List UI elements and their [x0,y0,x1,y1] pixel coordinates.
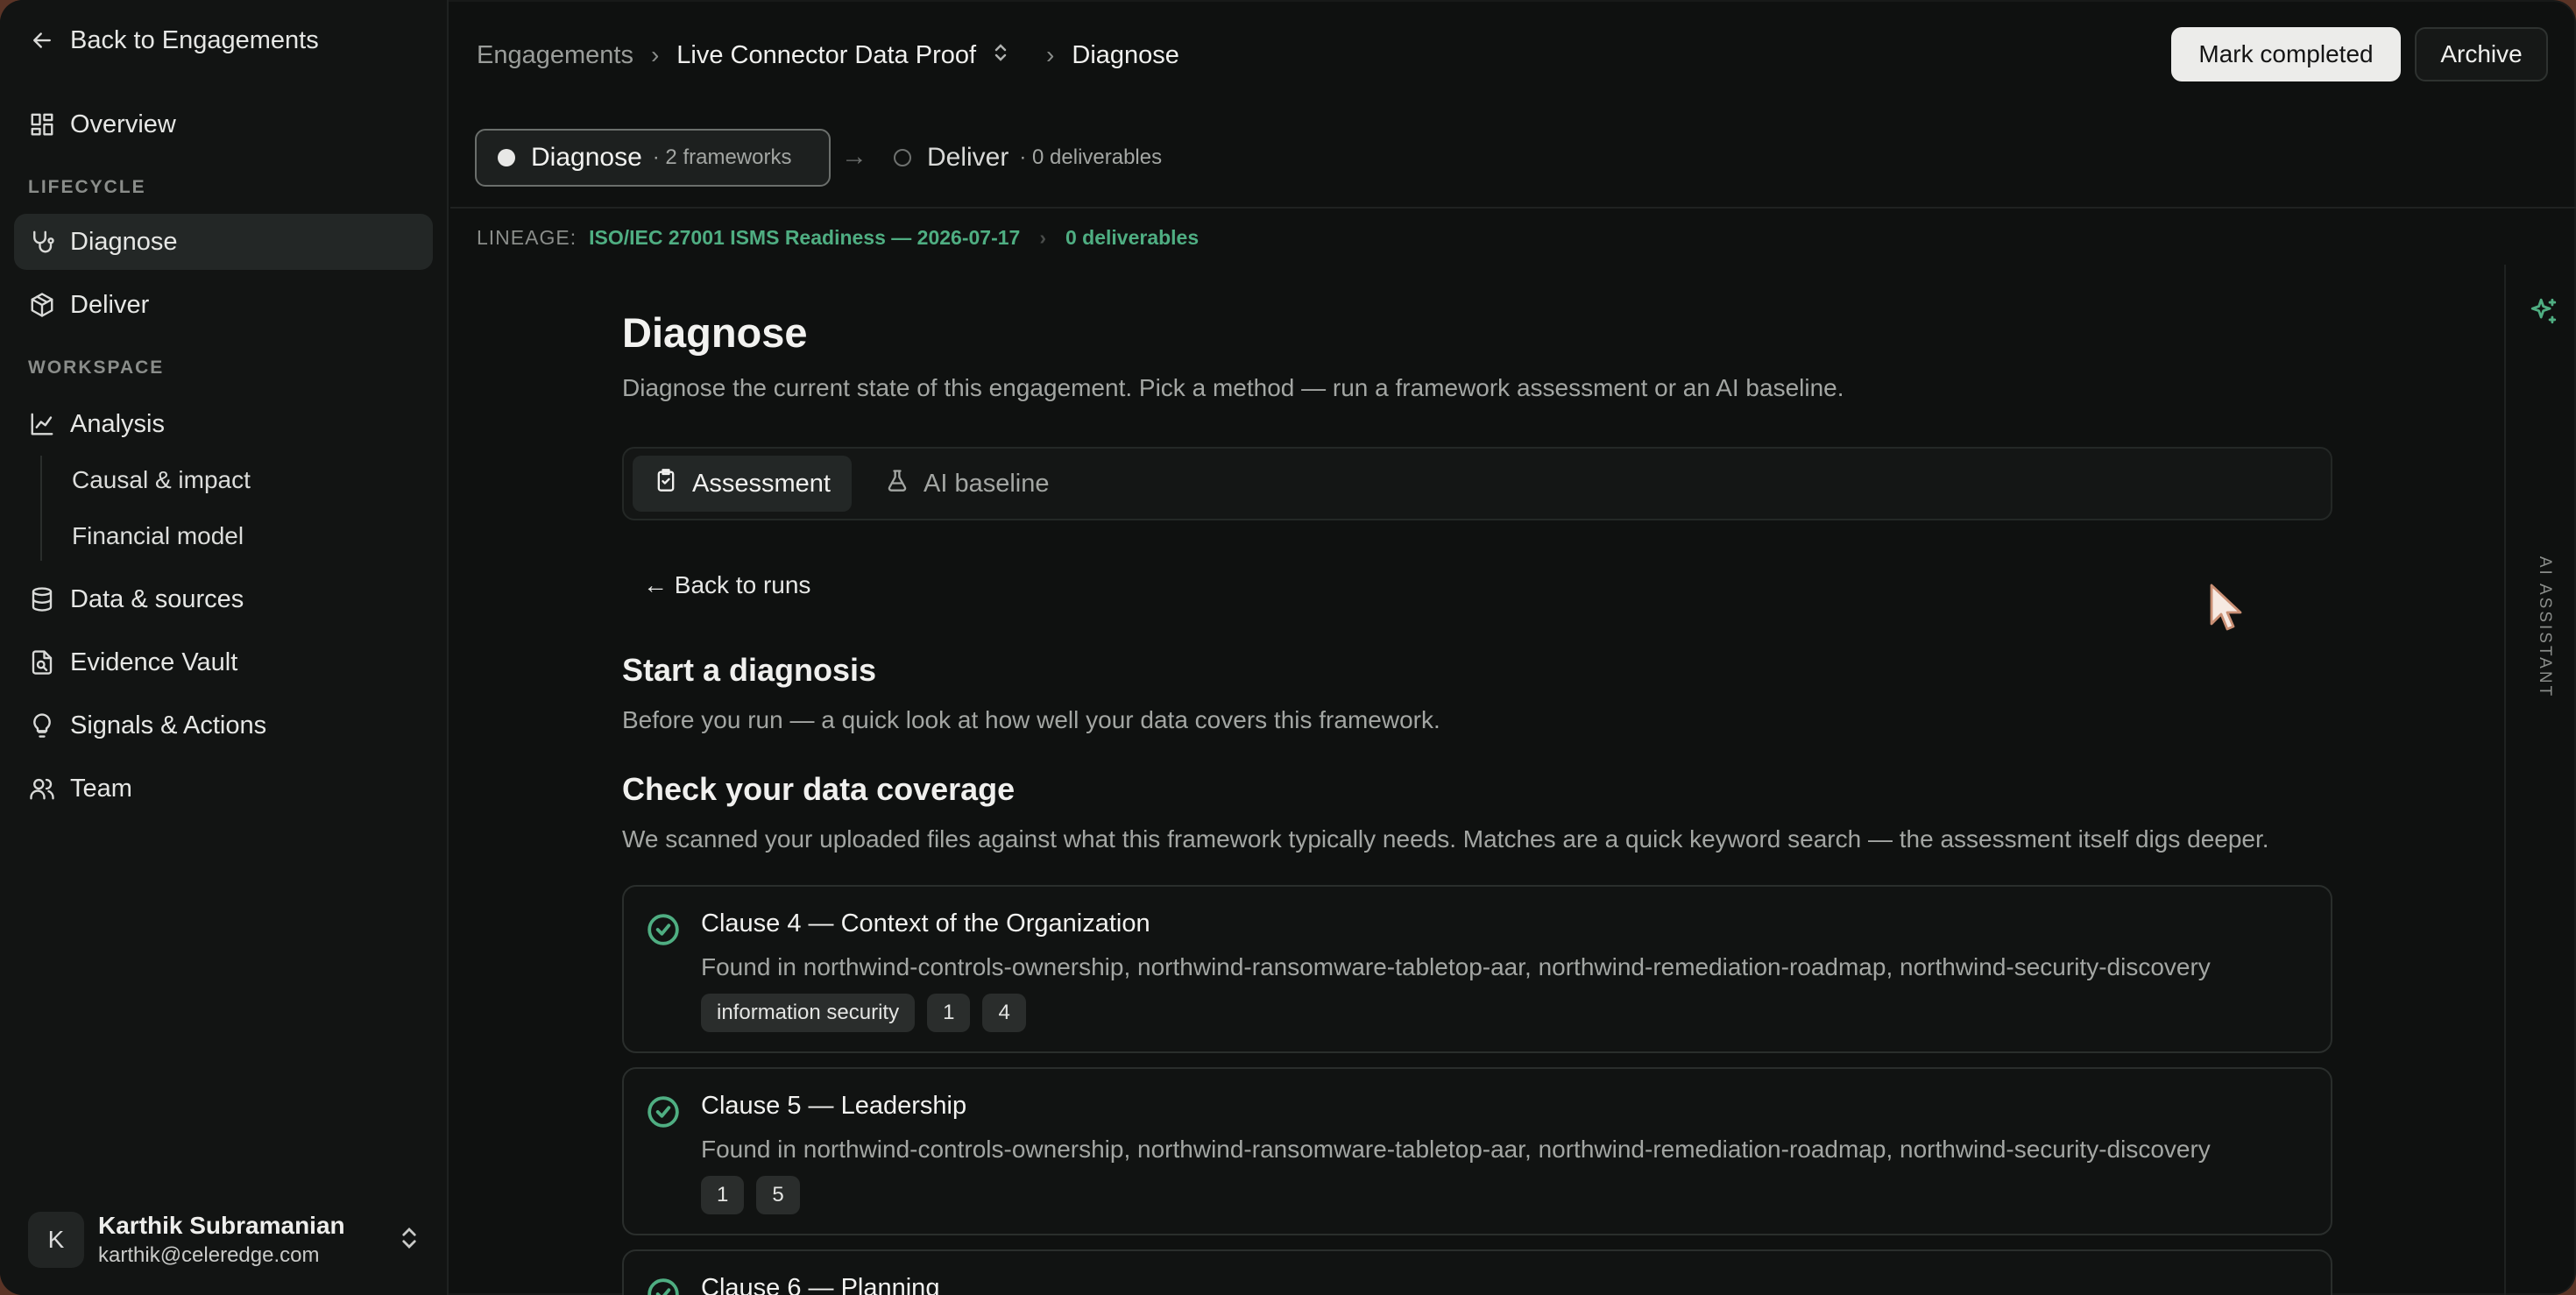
coverage-text: We scanned your uploaded files against w… [622,825,2269,853]
chevron-right-icon: › [650,41,660,68]
top-header: Engagements › Live Connector Data Proof … [450,0,2576,209]
dashboard-icon [14,111,70,138]
mark-completed-button[interactable]: Mark completed [2171,27,2401,81]
ai-assistant-rail[interactable]: AI ASSISTANT [2504,265,2576,1295]
page-title: Diagnose [622,309,808,356]
sidebar-item-signals-actions[interactable]: Signals & Actions [14,697,433,754]
submenu-guide-line [40,456,42,561]
chevron-right-icon: › [1046,41,1055,68]
lightbulb-icon [14,712,70,739]
breadcrumb-current: Diagnose [1072,40,1179,69]
package-icon [14,292,70,318]
sidebar-item-team[interactable]: Team [14,761,433,817]
tab-assessment[interactable]: Assessment [633,456,852,512]
back-label: Back to Engagements [70,25,319,54]
clause-tags: information security 1 4 [701,994,1026,1032]
lifecycle-heading: LIFECYCLE [28,177,146,197]
arrow-right-icon: → [841,142,867,171]
clause-title: Clause 4 — Context of the Organization [701,909,1150,938]
keyword-tag: 1 [927,994,971,1032]
ai-assistant-label: AI ASSISTANT [2536,556,2554,699]
flask-icon [885,468,924,499]
sidebar-item-label: Signals & Actions [70,711,267,739]
sidebar-item-label: Overview [70,110,176,138]
sidebar-item-label: Data & sources [70,584,244,613]
stage-meta: · 0 deliverables [1019,145,1163,169]
clause-card[interactable]: Clause 5 — Leadership Found in northwind… [622,1067,2332,1235]
stage-name: Deliver [927,143,1009,172]
clause-title: Clause 6 — Planning [701,1274,940,1295]
sidebar-item-label: Deliver [70,290,150,319]
keyword-tag: information security [701,994,916,1032]
page-subtitle: Diagnose the current state of this engag… [622,374,1844,401]
coverage-heading: Check your data coverage [622,771,1016,807]
clause-card[interactable]: Clause 4 — Context of the Organization F… [622,885,2332,1053]
lineage-target-link[interactable]: 0 deliverables [1065,226,1199,250]
sidebar: Back to Engagements Overview LIFECYCLE D… [0,0,449,1295]
lineage-bar: LINEAGE: ISO/IEC 27001 ISMS Readiness — … [477,223,1199,252]
stage-meta: · 2 frameworks [652,145,792,169]
sidebar-item-deliver[interactable]: Deliver [14,277,433,333]
sidebar-item-evidence-vault[interactable]: Evidence Vault [14,634,433,690]
line-chart-icon [14,411,70,437]
sidebar-item-causal-impact[interactable]: Causal & impact [72,456,251,505]
tab-label: Assessment [692,469,831,498]
database-icon [14,586,70,612]
sidebar-item-overview[interactable]: Overview [14,96,433,152]
breadcrumb: Engagements › Live Connector Data Proof … [477,35,1179,75]
back-to-runs-button[interactable]: ← Back to runs [643,571,810,599]
start-diagnosis-heading: Start a diagnosis [622,652,877,688]
check-circle-icon [647,1095,680,1129]
user-menu[interactable]: K Karthik Subramanian karthik@celeredge.… [28,1209,422,1270]
sidebar-item-financial-model[interactable]: Financial model [72,512,244,561]
back-to-engagements-link[interactable]: Back to Engagements [14,12,433,68]
stage-deliver[interactable]: Deliver · 0 deliverables [894,129,1162,187]
users-icon [14,775,70,802]
keyword-tag: 5 [756,1176,800,1214]
keyword-tag: 1 [701,1176,745,1214]
sidebar-item-label: Evidence Vault [70,648,238,676]
clause-found-in: Found in northwind-controls-ownership, n… [701,1136,2211,1163]
app-window: Back to Engagements Overview LIFECYCLE D… [0,0,2576,1295]
user-name: Karthik Subramanian [98,1212,345,1239]
breadcrumb-engagement[interactable]: Live Connector Data Proof [676,41,976,70]
stethoscope-icon [14,229,70,255]
check-circle-icon [647,1277,680,1295]
file-search-icon [14,649,70,676]
check-circle-icon [647,913,680,946]
chevrons-up-down-icon[interactable] [976,41,1011,70]
tab-ai-baseline[interactable]: AI baseline [864,456,1071,512]
archive-button[interactable]: Archive [2415,27,2548,81]
clause-title: Clause 5 — Leadership [701,1092,967,1120]
clause-found-in: Found in northwind-controls-ownership, n… [701,953,2211,980]
sidebar-item-analysis[interactable]: Analysis [14,396,433,452]
stage-diagnose[interactable]: Diagnose · 2 frameworks [475,129,831,187]
lineage-source-link[interactable]: ISO/IEC 27001 ISMS Readiness — 2026-07-1… [589,226,1020,250]
mouse-pointer-icon [2208,582,2247,639]
stage-name: Diagnose [531,143,642,172]
sidebar-item-label: Team [70,774,132,803]
clause-card[interactable]: Clause 6 — Planning [622,1249,2332,1295]
avatar: K [28,1212,84,1268]
user-email: karthik@celeredge.com [98,1243,320,1267]
method-tabs: Assessment AI baseline [622,447,2332,520]
sidebar-item-data-sources[interactable]: Data & sources [14,571,433,627]
sidebar-item-label: Analysis [70,409,165,438]
lineage-label: LINEAGE: [477,225,577,249]
stage-active-dot [498,149,515,166]
sidebar-item-label: Diagnose [70,227,178,256]
keyword-tag: 4 [982,994,1026,1032]
chevrons-up-down-icon[interactable] [396,1225,422,1256]
sidebar-item-diagnose[interactable]: Diagnose [14,214,433,270]
tab-label: AI baseline [924,469,1050,498]
stage-pending-dot [894,149,911,166]
arrow-left-icon [14,27,70,53]
workspace-heading: WORKSPACE [28,357,165,378]
breadcrumb-engagements[interactable]: Engagements [477,41,633,70]
start-diagnosis-text: Before you run — a quick look at how wel… [622,706,1440,733]
clipboard-check-icon [654,468,692,499]
clause-tags: 1 5 [701,1176,800,1214]
chevron-right-icon: › [1039,225,1046,249]
